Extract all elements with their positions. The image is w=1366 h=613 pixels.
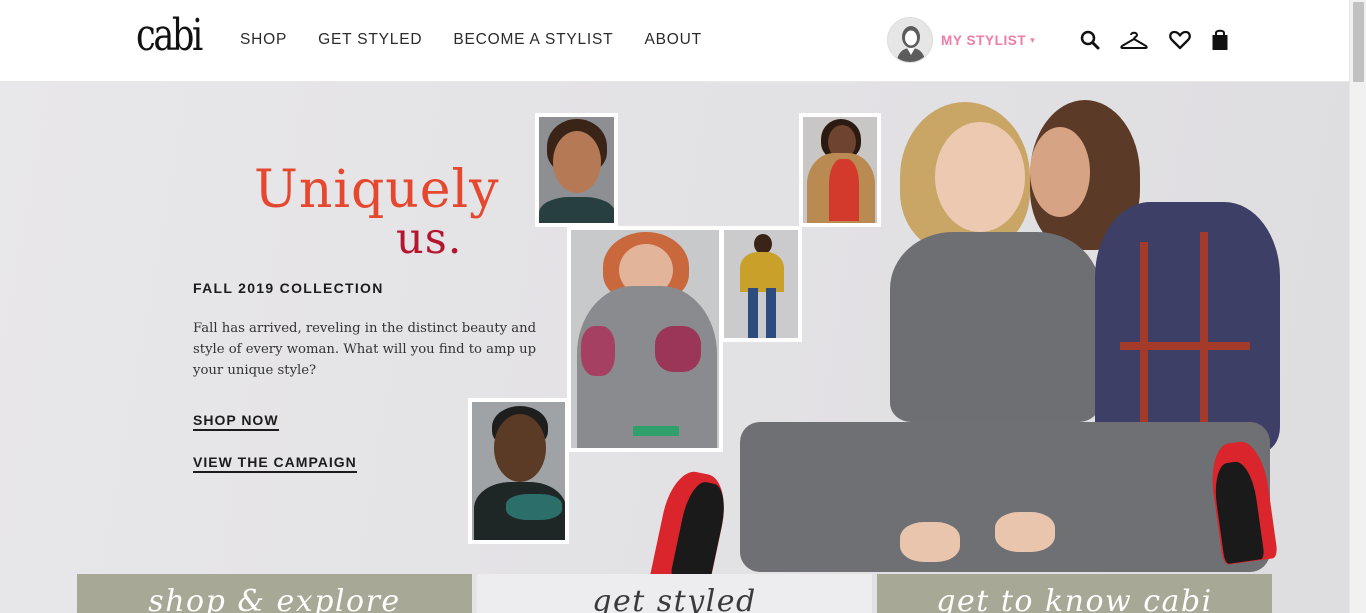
main-nav: SHOP GET STYLED BECOME A STYLIST ABOUT — [240, 31, 702, 49]
nav-become-a-stylist[interactable]: BECOME A STYLIST — [453, 31, 613, 49]
nav-get-styled[interactable]: GET STYLED — [318, 31, 422, 49]
hero-headline: Uniquely — [254, 160, 500, 220]
hanger-icon[interactable] — [1119, 26, 1149, 54]
collection-title: FALL 2019 COLLECTION — [193, 280, 384, 296]
site-header: cabi SHOP GET STYLED BECOME A STYLIST AB… — [0, 0, 1349, 82]
stylist-avatar — [887, 17, 933, 63]
card-get-styled-label: get styled — [592, 584, 757, 613]
view-campaign-link[interactable]: VIEW THE CAMPAIGN — [193, 454, 357, 473]
card-get-to-know-cabi[interactable]: get to know cabi — [877, 574, 1272, 613]
nav-shop[interactable]: SHOP — [240, 31, 287, 49]
card-shop-explore[interactable]: shop & explore — [77, 574, 472, 613]
avatar-icon — [888, 18, 932, 62]
model-photo-5 — [468, 398, 569, 544]
search-icon[interactable] — [1076, 26, 1104, 54]
heart-icon[interactable] — [1166, 26, 1194, 54]
hero-main-photo — [640, 82, 1349, 613]
hero-description: Fall has arrived, reveling in the distin… — [193, 321, 537, 378]
chevron-down-icon: ▾ — [1030, 34, 1035, 45]
card-get-to-know-label: get to know cabi — [936, 584, 1213, 613]
cabi-logo[interactable]: cabi — [136, 8, 203, 64]
shopping-bag-icon[interactable] — [1206, 26, 1234, 54]
my-stylist-menu[interactable]: MY STYLIST ▾ — [887, 17, 1035, 63]
hero-banner: Uniquely us. FALL 2019 COLLECTION Fall h… — [0, 82, 1349, 613]
card-get-styled[interactable]: get styled — [477, 574, 872, 613]
card-shop-explore-label: shop & explore — [148, 584, 401, 613]
shop-now-link[interactable]: SHOP NOW — [193, 412, 279, 431]
my-stylist-label: MY STYLIST — [941, 32, 1027, 48]
hero-headline-accent: us. — [396, 214, 463, 264]
scrollbar-thumb[interactable] — [1353, 2, 1364, 82]
page-scrollbar[interactable] — [1349, 0, 1366, 613]
model-photo-1 — [535, 113, 618, 227]
nav-about[interactable]: ABOUT — [644, 31, 701, 49]
